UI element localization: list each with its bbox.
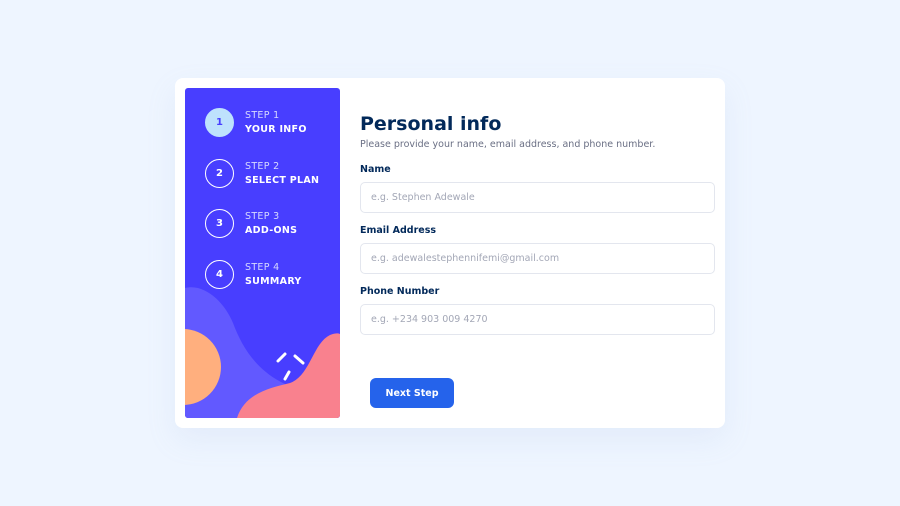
- step-2[interactable]: 2 STEP 2 SELECT PLAN: [205, 159, 319, 188]
- step-title: SELECT PLAN: [245, 174, 320, 186]
- step-3[interactable]: 3 STEP 3 ADD-ONS: [205, 209, 297, 238]
- step-text-3: STEP 3 ADD-ONS: [245, 210, 297, 238]
- name-field[interactable]: [360, 182, 715, 213]
- name-label: Name: [360, 164, 391, 175]
- step-text-1: STEP 1 YOUR INFO: [245, 109, 307, 137]
- step-title: ADD-ONS: [245, 224, 298, 236]
- step-label: STEP 4: [245, 261, 280, 273]
- signup-card: 1 STEP 1 YOUR INFO 2 STEP 2 SELECT PLAN …: [175, 78, 725, 428]
- phone-field[interactable]: [360, 304, 715, 335]
- sidebar-decoration: [185, 287, 340, 418]
- step-number-4: 4: [205, 260, 234, 289]
- step-number-1: 1: [205, 108, 234, 137]
- email-label: Email Address: [360, 225, 437, 236]
- step-4[interactable]: 4 STEP 4 SUMMARY: [205, 260, 302, 289]
- step-label: STEP 3: [245, 210, 280, 222]
- step-number-2: 2: [205, 159, 234, 188]
- email-field[interactable]: [360, 243, 715, 274]
- step-title: SUMMARY: [245, 275, 302, 287]
- step-number-3: 3: [205, 209, 234, 238]
- step-1[interactable]: 1 STEP 1 YOUR INFO: [205, 108, 307, 137]
- step-label: STEP 2: [245, 160, 280, 172]
- step-text-4: STEP 4 SUMMARY: [245, 261, 302, 289]
- step-text-2: STEP 2 SELECT PLAN: [245, 160, 319, 188]
- step-label: STEP 1: [245, 109, 280, 121]
- next-step-button[interactable]: Next Step: [370, 378, 454, 408]
- phone-label: Phone Number: [360, 286, 440, 297]
- page-title: Personal info: [360, 113, 502, 135]
- steps-sidebar: 1 STEP 1 YOUR INFO 2 STEP 2 SELECT PLAN …: [185, 88, 340, 418]
- step-title: YOUR INFO: [245, 123, 307, 135]
- page-subtitle: Please provide your name, email address,…: [360, 139, 656, 150]
